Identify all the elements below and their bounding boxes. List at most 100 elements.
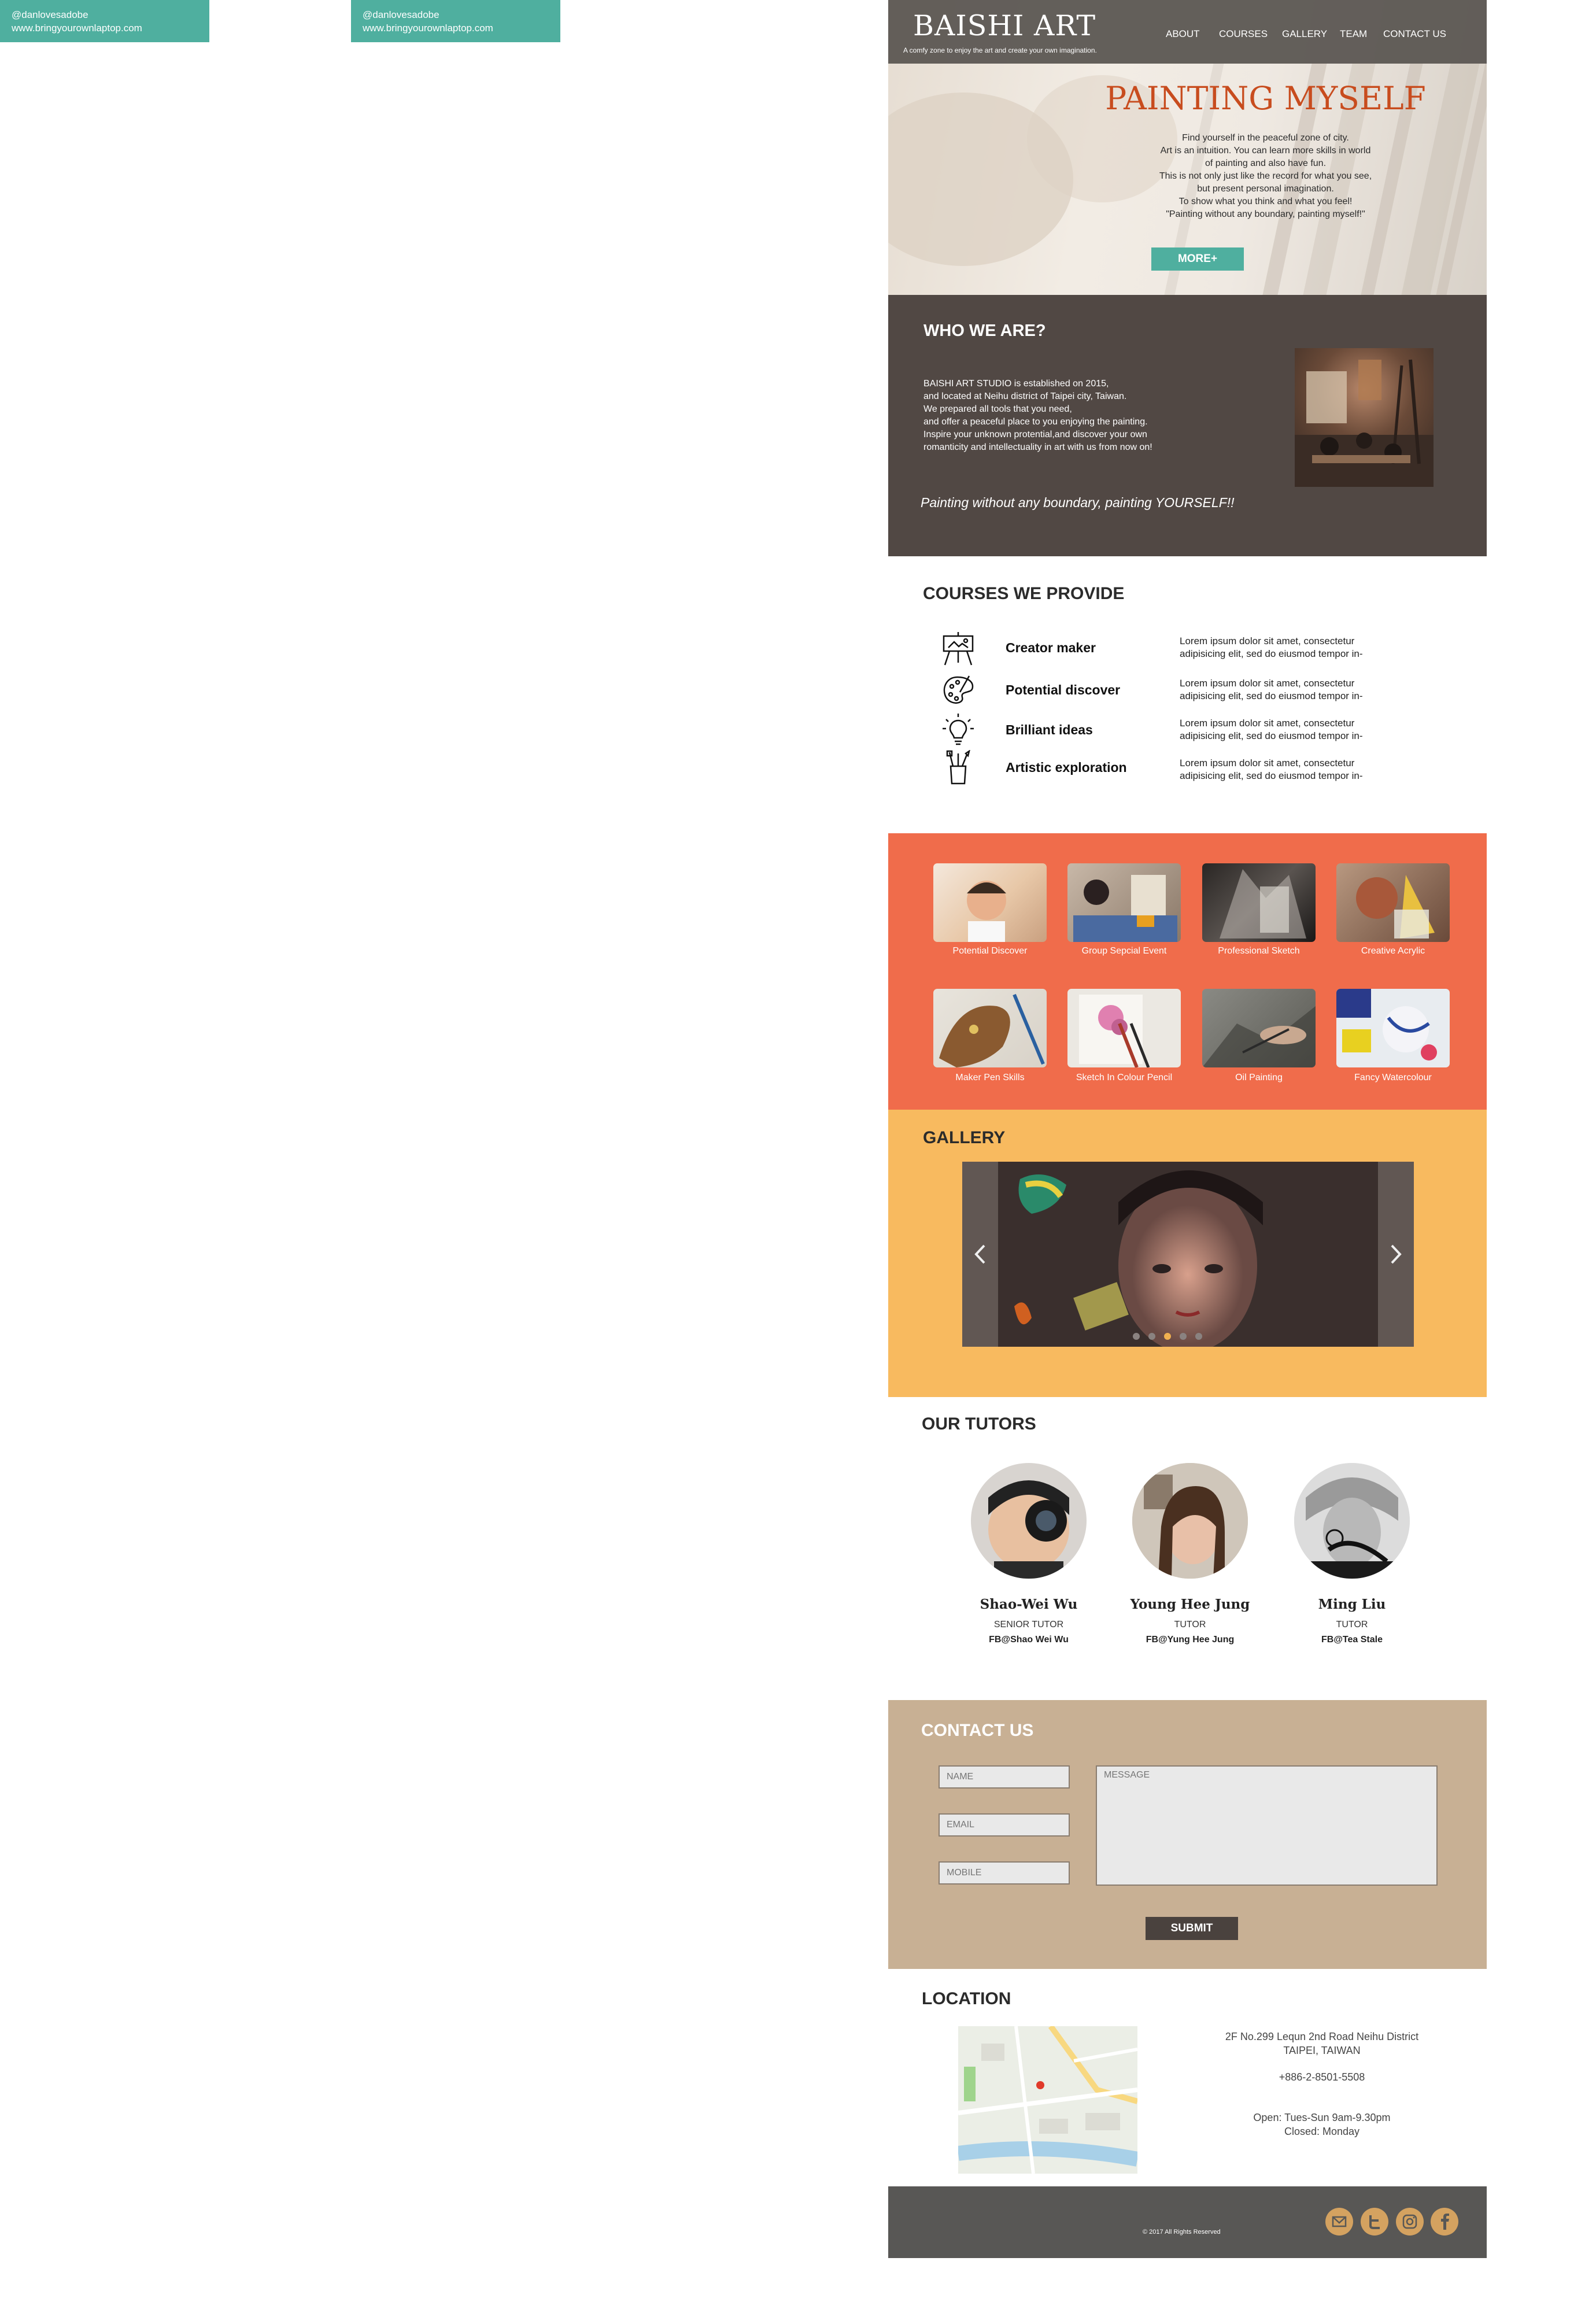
nav-contact[interactable]: CONTACT US: [1383, 28, 1446, 40]
name-input[interactable]: [939, 1765, 1070, 1789]
thumbnail-image[interactable]: [1202, 863, 1316, 942]
note-tag-2: @danlovesadobe www.bringyourownlaptop.co…: [351, 0, 560, 42]
chevron-right-icon: [1391, 1244, 1402, 1264]
course-desc: Lorem ipsum dolor sit amet, consectetur …: [1180, 677, 1394, 703]
slider-dot[interactable]: [1180, 1333, 1187, 1340]
address-line: 2F No.299 Lequn 2nd Road Neihu District: [1225, 2031, 1419, 2042]
thumbnail-image[interactable]: [1202, 989, 1316, 1067]
slider-dot[interactable]: [1133, 1333, 1140, 1340]
hours-line: Open: Tues-Sun 9am-9.30pm: [1253, 2112, 1391, 2123]
email-input[interactable]: [939, 1813, 1070, 1837]
gallery-slider: [962, 1162, 1414, 1347]
course-name: Artistic exploration: [1006, 760, 1127, 775]
thumbnail-image[interactable]: [933, 863, 1047, 942]
about-line: We prepared all tools that you need,: [923, 404, 1072, 414]
hero-section: BAISHI ART A comfy zone to enjoy the art…: [888, 0, 1487, 295]
slider-next-button[interactable]: [1378, 1162, 1414, 1347]
tutor-role: TUTOR: [1174, 1620, 1206, 1630]
slider-dot[interactable]: [1195, 1333, 1202, 1340]
thumbnail-caption: Group Sepcial Event: [1081, 946, 1167, 956]
hero-text: Find yourself in the peaceful zone of ci…: [1044, 132, 1487, 221]
tutor-avatar: [1294, 1463, 1410, 1579]
thumbnail-caption: Maker Pen Skills: [955, 1073, 1025, 1082]
courses-title: COURSES WE PROVIDE: [923, 584, 1125, 603]
mobile-input[interactable]: [939, 1861, 1070, 1885]
about-title: WHO WE ARE?: [923, 322, 1046, 340]
hero-line: "Painting without any boundary, painting…: [1166, 209, 1365, 219]
brush-cup-icon: [940, 749, 976, 789]
mail-icon[interactable]: [1325, 2208, 1353, 2236]
course-desc-line: adipisicing elit, sed do eiusmod tempor …: [1180, 770, 1363, 781]
tutor-name: Young Hee Jung: [1130, 1597, 1250, 1612]
course-desc: Lorem ipsum dolor sit amet, consectetur …: [1180, 635, 1394, 660]
note-url: www.bringyourownlaptop.com: [363, 23, 493, 34]
website-mockup: BAISHI ART A comfy zone to enjoy the art…: [888, 0, 1487, 2258]
about-line: Inspire your unknown protential,and disc…: [923, 430, 1147, 439]
about-section: WHO WE ARE? BAISHI ART STUDIO is establi…: [888, 295, 1487, 556]
about-quote: Painting without any boundary, painting …: [921, 495, 1235, 510]
hero-title: PAINTING MYSELF: [1105, 80, 1426, 117]
thumbnail-image[interactable]: [1336, 989, 1450, 1067]
footer: © 2017 All Rights Reserved: [888, 2186, 1487, 2258]
note-url: www.bringyourownlaptop.com: [12, 23, 142, 34]
gallery-slide-image: [962, 1162, 1414, 1347]
address-line: TAIPEI, TAIWAN: [1283, 2045, 1361, 2056]
slider-dot[interactable]: [1148, 1333, 1155, 1340]
hero-line: This is not only just like the record fo…: [1159, 171, 1372, 181]
instagram-icon[interactable]: [1396, 2208, 1424, 2236]
tutor-fb-link[interactable]: FB@Yung Hee Jung: [1109, 1635, 1271, 1645]
course-desc-line: Lorem ipsum dolor sit amet, consectetur: [1180, 678, 1355, 689]
nav-team[interactable]: TEAM: [1340, 28, 1367, 40]
thumbnail-image[interactable]: [1067, 863, 1181, 942]
location-map[interactable]: [958, 2026, 1137, 2174]
tutor-role: TUTOR: [1336, 1620, 1368, 1630]
thumbnail-caption: Professional Sketch: [1218, 946, 1300, 956]
thumbnail-caption: Creative Acrylic: [1361, 946, 1425, 956]
thumbnail-caption: Oil Painting: [1235, 1073, 1283, 1082]
thumbnail-image[interactable]: [1067, 989, 1181, 1067]
nav-about[interactable]: ABOUT: [1166, 28, 1200, 40]
submit-button[interactable]: SUBMIT: [1146, 1917, 1238, 1940]
opening-hours: Open: Tues-Sun 9am-9.30pm Closed: Monday: [1189, 2111, 1455, 2138]
tutor-avatar: [1132, 1463, 1248, 1579]
address: 2F No.299 Lequn 2nd Road Neihu District …: [1189, 2030, 1455, 2057]
twitter-icon[interactable]: [1361, 2208, 1388, 2236]
palette-icon: [940, 673, 976, 711]
course-desc: Lorem ipsum dolor sit amet, consectetur …: [1180, 717, 1394, 742]
location-title: LOCATION: [922, 1989, 1011, 2008]
contact-section: CONTACT US SUBMIT: [888, 1700, 1487, 1969]
thumbnail-caption: Potential Discover: [952, 946, 1028, 956]
course-desc-line: Lorem ipsum dolor sit amet, consectetur: [1180, 635, 1355, 646]
site-tagline: A comfy zone to enjoy the art and create…: [903, 46, 1097, 54]
tutor-role: SENIOR TUTOR: [993, 1620, 1064, 1630]
course-name: Creator maker: [1006, 640, 1096, 655]
gallery-section: GALLERY: [888, 1110, 1487, 1397]
about-line: and offer a peaceful place to you enjoyi…: [923, 417, 1148, 427]
nav-gallery-link[interactable]: GALLERY: [1282, 28, 1327, 40]
message-textarea[interactable]: [1096, 1765, 1438, 1886]
site-logo[interactable]: BAISHI ART: [913, 9, 1096, 42]
chevron-left-icon: [974, 1244, 985, 1264]
slider-dot-active[interactable]: [1164, 1333, 1171, 1340]
tutors-title: OUR TUTORS: [922, 1414, 1036, 1433]
facebook-icon[interactable]: [1431, 2208, 1458, 2236]
course-desc-line: adipisicing elit, sed do eiusmod tempor …: [1180, 730, 1363, 741]
hero-line: of painting and also have fun.: [1205, 158, 1327, 168]
thumbnail-image[interactable]: [933, 989, 1047, 1067]
note-handle: @danlovesadobe: [12, 9, 88, 20]
nav-courses[interactable]: COURSES: [1219, 28, 1268, 40]
tutor-fb-link[interactable]: FB@Shao Wei Wu: [948, 1635, 1110, 1645]
note-handle: @danlovesadobe: [363, 9, 439, 20]
course-desc-line: Lorem ipsum dolor sit amet, consectetur: [1180, 758, 1355, 768]
slider-prev-button[interactable]: [962, 1162, 998, 1347]
tutor-avatar: [971, 1463, 1087, 1579]
course-name: Potential discover: [1006, 682, 1121, 697]
hero-line: but present personal imagination.: [1197, 184, 1334, 194]
about-line: BAISHI ART STUDIO is established on 2015…: [923, 379, 1109, 389]
thumbnail-image[interactable]: [1336, 863, 1450, 942]
tutor-fb-link[interactable]: FB@Tea Stale: [1271, 1635, 1433, 1645]
thumbnail-caption: Fancy Watercolour: [1354, 1073, 1432, 1082]
note-tag-1: @danlovesadobe www.bringyourownlaptop.co…: [0, 0, 209, 42]
more-button[interactable]: MORE+: [1151, 247, 1244, 271]
contact-title: CONTACT US: [921, 1721, 1034, 1740]
